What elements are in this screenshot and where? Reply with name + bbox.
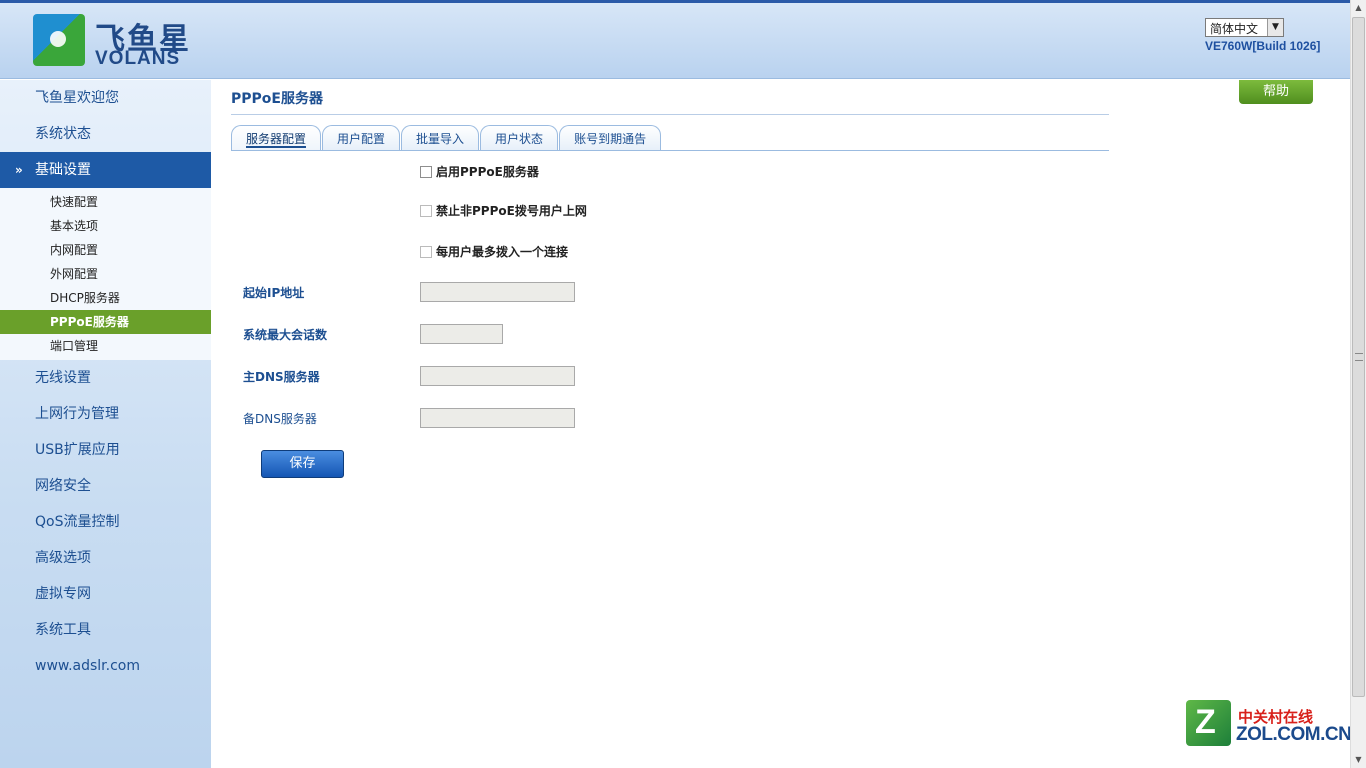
firmware-build: VE760W[Build 1026] — [1205, 39, 1321, 53]
watermark-en: ZOL.COM.CN — [1236, 724, 1352, 745]
scrollbar-grip-icon — [1355, 353, 1363, 361]
sidebar-subitem-basic-options[interactable]: 基本选项 — [0, 214, 211, 238]
enable-pppoe-checkbox-row[interactable]: 启用PPPoE服务器 — [420, 163, 539, 180]
primary-dns-label: 主DNS服务器 — [243, 370, 320, 384]
sidebar-item-welcome[interactable]: 飞鱼星欢迎您 — [0, 80, 211, 116]
tab-divider — [231, 150, 1109, 151]
primary-dns-input[interactable] — [420, 366, 575, 386]
tab-user-config[interactable]: 用户配置 — [322, 125, 401, 151]
scroll-down-arrow-icon[interactable]: ▼ — [1351, 752, 1366, 768]
help-button[interactable]: 帮助 — [1239, 80, 1313, 104]
sidebar-subitem-dhcp-server[interactable]: DHCP服务器 — [0, 286, 211, 310]
scroll-up-arrow-icon[interactable]: ▲ — [1351, 0, 1366, 16]
enable-pppoe-checkbox[interactable] — [420, 166, 432, 178]
header-bar: 飞鱼星 VOLANS 简体中文 ▼ VE760W[Build 1026] — [0, 0, 1350, 79]
tab-server-config[interactable]: 服务器配置 — [231, 125, 322, 151]
enable-pppoe-label: 启用PPPoE服务器 — [436, 165, 539, 179]
sidebar-item-qos[interactable]: QoS流量控制 — [0, 504, 211, 540]
chevron-down-icon[interactable]: ▼ — [1267, 19, 1283, 36]
sidebar-subitem-pppoe-server[interactable]: PPPoE服务器 — [0, 310, 211, 334]
secondary-dns-input[interactable] — [420, 408, 575, 428]
secondary-dns-label: 备DNS服务器 — [243, 412, 317, 426]
logo-text-en: VOLANS — [95, 48, 181, 69]
zol-watermark: 中关村在线 ZOL.COM.CN — [1186, 700, 1352, 750]
tab-batch-import[interactable]: 批量导入 — [401, 125, 480, 151]
sidebar-subitem-lan-config[interactable]: 内网配置 — [0, 238, 211, 262]
sidebar-item-system-tools[interactable]: 系统工具 — [0, 612, 211, 648]
sidebar-item-usb[interactable]: USB扩展应用 — [0, 432, 211, 468]
block-non-pppoe-checkbox-row[interactable]: 禁止非PPPoE拨号用户上网 — [420, 202, 587, 219]
zol-logo-icon — [1186, 700, 1231, 746]
page-scrollbar[interactable]: ▲ ▼ — [1350, 0, 1366, 768]
max-sessions-input[interactable] — [420, 324, 503, 344]
sidebar-submenu: 快速配置 基本选项 内网配置 外网配置 DHCP服务器 PPPoE服务器 端口管… — [0, 188, 211, 360]
single-connection-checkbox-row[interactable]: 每用户最多拨入一个连接 — [420, 243, 568, 260]
max-sessions-label: 系统最大会话数 — [243, 328, 328, 342]
tab-label: 服务器配置 — [246, 132, 307, 148]
sidebar-item-wireless[interactable]: 无线设置 — [0, 360, 211, 396]
double-chevron-down-icon: » — [15, 163, 23, 177]
tab-bar: 服务器配置 用户配置 批量导入 用户状态 账号到期通告 — [231, 125, 662, 151]
start-ip-input[interactable] — [420, 282, 575, 302]
sidebar-item-system-status[interactable]: 系统状态 — [0, 116, 211, 152]
block-non-pppoe-checkbox[interactable] — [420, 205, 432, 217]
single-connection-label: 每用户最多拨入一个连接 — [436, 245, 569, 259]
tab-expiry-notice[interactable]: 账号到期通告 — [559, 125, 662, 151]
sidebar-subitem-quick-config[interactable]: 快速配置 — [0, 190, 211, 214]
block-non-pppoe-label: 禁止非PPPoE拨号用户上网 — [436, 204, 587, 218]
single-connection-checkbox[interactable] — [420, 246, 432, 258]
sidebar-section-label: 基础设置 — [35, 162, 91, 178]
sidebar-item-vpn[interactable]: 虚拟专网 — [0, 576, 211, 612]
sidebar-section-basic-settings[interactable]: » 基础设置 — [0, 152, 211, 188]
sidebar-subitem-port-management[interactable]: 端口管理 — [0, 334, 211, 358]
scrollbar-thumb[interactable] — [1352, 17, 1365, 697]
tab-user-status[interactable]: 用户状态 — [480, 125, 559, 151]
page-title: PPPoE服务器 — [231, 91, 323, 107]
start-ip-label: 起始IP地址 — [243, 286, 305, 300]
save-button[interactable]: 保存 — [261, 450, 344, 478]
sidebar: 飞鱼星欢迎您 系统状态 » 基础设置 快速配置 基本选项 内网配置 外网配置 D… — [0, 80, 211, 768]
volans-logo-mark-icon — [33, 14, 85, 66]
sidebar-item-advanced[interactable]: 高级选项 — [0, 540, 211, 576]
language-select[interactable]: 简体中文 ▼ — [1205, 18, 1284, 37]
sidebar-subitem-wan-config[interactable]: 外网配置 — [0, 262, 211, 286]
language-select-value: 简体中文 — [1210, 22, 1259, 36]
sidebar-item-behavior-management[interactable]: 上网行为管理 — [0, 396, 211, 432]
title-divider — [231, 114, 1109, 115]
sidebar-link-website[interactable]: www.adslr.com — [0, 648, 211, 684]
volans-logo: 飞鱼星 VOLANS — [33, 14, 193, 70]
sidebar-item-security[interactable]: 网络安全 — [0, 468, 211, 504]
